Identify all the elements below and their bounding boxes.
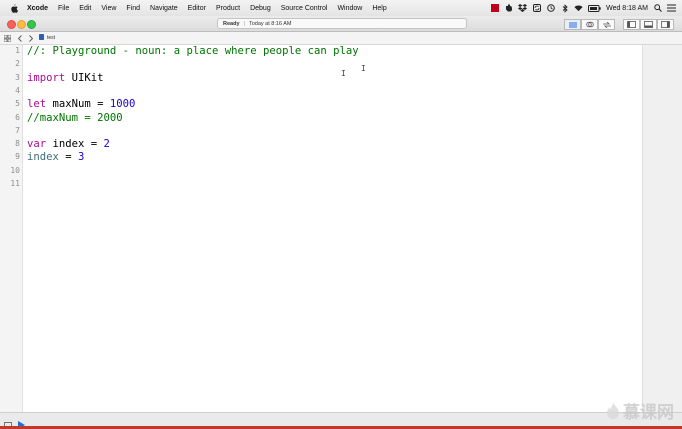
sync-icon[interactable] [532,4,541,13]
related-items-grid-icon[interactable] [4,34,11,42]
view-toggle-group [623,19,674,30]
comment-token: //: Playground - noun: a place where peo… [27,45,359,57]
line-number: 6 [15,112,20,122]
search-icon[interactable] [653,4,662,13]
menubar-clock[interactable]: Wed 8:18 AM [606,5,648,12]
menu-source-control[interactable]: Source Control [281,5,328,12]
breadcrumb-file-name: test [47,35,56,41]
line-number: 8 [15,139,20,149]
menu-edit[interactable]: Edit [79,5,91,12]
status-ready: Ready [223,20,240,27]
results-sidebar[interactable] [642,45,682,412]
line-number: 10 [10,165,20,175]
line-number: 7 [15,125,20,135]
playground-file-icon [39,34,44,42]
line-number: 3 [15,72,20,82]
menu-debug[interactable]: Debug [250,5,271,12]
standard-editor-button[interactable] [564,19,581,30]
status-time: Today at 8:16 AM [248,20,292,27]
debug-area-toggle-icon[interactable] [640,19,657,30]
navigator-toggle-icon[interactable] [623,19,640,30]
code-line-6: //maxNum = 2000 [27,112,123,124]
code-line-9: index = 3 [27,151,84,163]
code-line-3: import UIKit [27,72,104,84]
back-arrow-icon[interactable] [17,34,22,42]
debug-bar [0,412,682,429]
source-editor[interactable]: 1 2 3 4 5 6 7 8 9 10 11 //: Playground -… [0,45,642,412]
flame-icon [607,401,619,419]
menu-view[interactable]: View [101,5,116,12]
text-cursor-icon: I [341,69,346,78]
menu-file[interactable]: File [58,5,69,12]
menu-bar: Xcode File Edit View Find Navigate Edito… [0,0,682,17]
watermark-text: 慕课网 [623,403,674,423]
identifier-token: UIKit [65,71,104,84]
identifier-token: index = [46,138,104,151]
activity-viewer: Ready | Today at 8:16 AM [217,18,467,29]
identifier-token: = [58,151,79,164]
version-editor-button[interactable] [598,19,615,30]
comment-token: //maxNum = 2000 [27,111,123,124]
forward-arrow-icon[interactable] [28,34,33,42]
code-line-8: var index = 2 [27,138,110,150]
jump-bar: test [0,32,682,45]
breadcrumb-file[interactable]: test [39,34,55,42]
identifier-token: maxNum = [46,98,110,111]
menu-app-xcode[interactable]: Xcode [27,5,48,12]
menu-product[interactable]: Product [216,5,240,12]
menu-help[interactable]: Help [372,5,386,12]
variable-token: index [27,151,59,164]
keyword-token: let [27,98,47,111]
menu-navigate[interactable]: Navigate [150,5,178,12]
xcode-screen: Xcode File Edit View Find Navigate Edito… [0,0,682,429]
hide-debug-area-icon[interactable] [4,416,12,429]
apple-icon[interactable] [9,3,19,13]
bluetooth-icon[interactable] [560,3,569,13]
watermark-logo: 慕课网 [606,398,674,423]
line-number: 11 [10,179,20,188]
battery-icon[interactable] [588,4,601,13]
menu-find[interactable]: Find [126,5,140,12]
toolbar-right-controls [558,19,674,30]
code-line-5: let maxNum = 1000 [27,98,135,110]
clock-icon[interactable] [546,4,555,13]
close-window-button[interactable] [7,20,16,29]
line-number: 9 [15,152,20,162]
number-literal-token: 2 [103,138,110,151]
window-toolbar: Ready | Today at 8:16 AM [0,16,682,32]
menu-window[interactable]: Window [337,5,362,12]
record-icon[interactable] [490,4,499,13]
zoom-window-button[interactable] [27,20,36,29]
assistant-editor-button[interactable] [581,19,598,30]
line-number: 4 [15,85,20,95]
evernote-icon[interactable] [504,4,513,13]
minimize-window-button[interactable] [17,20,26,29]
line-number-gutter: 1 2 3 4 5 6 7 8 9 10 11 [0,45,23,412]
number-literal-token: 3 [78,151,85,164]
mouse-ibeam-icon: I [361,64,366,73]
dropbox-icon[interactable] [518,4,528,13]
utilities-toggle-icon[interactable] [657,19,674,30]
status-separator: | [243,20,245,27]
editor-mode-group [564,19,615,30]
code-line-1: //: Playground - noun: a place where peo… [27,45,359,57]
menu-editor[interactable]: Editor [188,5,206,12]
line-number: 2 [15,59,20,69]
wifi-icon[interactable] [574,4,583,13]
keyword-token: import [27,71,66,84]
list-icon[interactable] [667,4,676,13]
status-tray: Wed 8:18 AM [490,0,676,16]
line-number: 5 [15,99,20,109]
keyword-token: var [27,138,47,151]
run-playground-icon[interactable] [18,416,26,429]
number-literal-token: 1000 [109,98,136,111]
line-number: 1 [15,46,20,55]
